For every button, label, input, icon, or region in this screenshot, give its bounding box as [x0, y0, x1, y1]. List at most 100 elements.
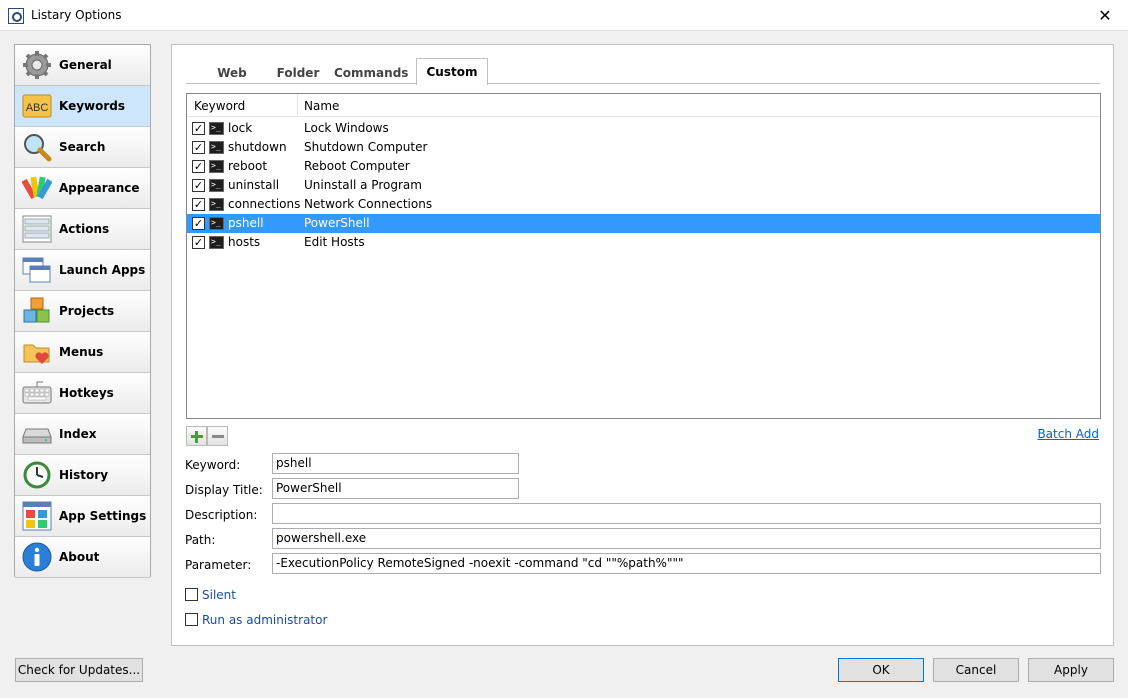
keyword-list[interactable]: Keyword Name ✓ >_ lock Lock Windows ✓ >_… [186, 93, 1101, 419]
close-icon[interactable]: ✕ [1082, 0, 1128, 31]
row-checkbox[interactable]: ✓ [192, 141, 205, 154]
sidebar-item-label: Appearance [59, 181, 140, 195]
sidebar-item-general[interactable]: General [15, 45, 150, 86]
sidebar: General ABC Keywords Search Appearance A… [14, 44, 151, 578]
row-keyword: shutdown [228, 140, 287, 154]
table-row[interactable]: ✓ >_ hosts Edit Hosts [187, 233, 1100, 252]
table-row[interactable]: ✓ >_ connections Network Connections [187, 195, 1100, 214]
sidebar-item-keywords[interactable]: ABC Keywords [15, 86, 150, 127]
tab-strip: Web Folder Commands Custom [186, 58, 1100, 85]
row-name: PowerShell [304, 216, 370, 230]
clock-icon [23, 461, 51, 489]
sidebar-item-label: General [59, 58, 112, 72]
sidebar-item-index[interactable]: Index [15, 414, 150, 455]
sidebar-item-app-settings[interactable]: App Settings [15, 496, 150, 537]
sidebar-item-label: History [59, 468, 109, 482]
batch-add-link[interactable]: Batch Add [1037, 427, 1099, 441]
row-keyword: reboot [228, 159, 268, 173]
folder-heart-icon [23, 344, 50, 364]
sidebar-item-appearance[interactable]: Appearance [15, 168, 150, 209]
tab-custom[interactable]: Custom [416, 58, 488, 85]
parameter-label: Parameter: [185, 558, 252, 572]
sidebar-item-label: App Settings [59, 509, 147, 523]
column-separator[interactable] [297, 94, 298, 117]
keyboard-icon [22, 381, 52, 404]
column-header-name[interactable]: Name [304, 99, 339, 113]
row-keyword: connections [228, 197, 301, 211]
run-as-admin-label[interactable]: Run as administrator [202, 613, 327, 627]
title-bar: Listary Options ✕ [0, 0, 1128, 31]
silent-label[interactable]: Silent [202, 588, 236, 602]
sidebar-item-menus[interactable]: Menus [15, 332, 150, 373]
svg-text:ABC: ABC [26, 102, 49, 114]
row-checkbox[interactable]: ✓ [192, 217, 205, 230]
add-keyword-button[interactable] [186, 426, 207, 446]
table-row[interactable]: ✓ >_ reboot Reboot Computer [187, 157, 1100, 176]
display-title-label: Display Title: [185, 483, 263, 497]
table-row-selected[interactable]: ✓ >_ pshell PowerShell [187, 214, 1100, 233]
command-prompt-icon: >_ [209, 236, 224, 249]
sidebar-item-projects[interactable]: Projects [15, 291, 150, 332]
sidebar-item-about[interactable]: About [15, 537, 150, 578]
sidebar-item-label: Menus [59, 345, 104, 359]
path-field[interactable]: powershell.exe [272, 528, 1101, 549]
sidebar-item-label: Launch Apps [59, 263, 146, 277]
sidebar-item-label: Actions [59, 222, 110, 236]
row-name: Reboot Computer [304, 159, 410, 173]
row-checkbox[interactable]: ✓ [192, 160, 205, 173]
palette-icon [22, 176, 52, 200]
sidebar-item-launch-apps[interactable]: Launch Apps [15, 250, 150, 291]
row-name: Edit Hosts [304, 235, 365, 249]
sidebar-item-search[interactable]: Search [15, 127, 150, 168]
ok-button[interactable]: OK [838, 658, 924, 682]
plus-icon-vertical [195, 431, 198, 443]
description-label: Description: [185, 508, 258, 522]
cancel-button[interactable]: Cancel [933, 658, 1019, 682]
command-prompt-icon: >_ [209, 217, 224, 230]
tab-commands[interactable]: Commands [334, 62, 408, 84]
parameter-field[interactable]: -ExecutionPolicy RemoteSigned -noexit -c… [272, 553, 1101, 574]
sidebar-item-label: Keywords [59, 99, 126, 113]
row-checkbox[interactable]: ✓ [192, 122, 205, 135]
silent-checkbox[interactable] [185, 588, 198, 601]
command-prompt-icon: >_ [209, 122, 224, 135]
sidebar-item-history[interactable]: History [15, 455, 150, 496]
sidebar-item-label: Projects [59, 304, 115, 318]
description-field[interactable] [272, 503, 1101, 524]
list-header: Keyword Name [187, 94, 1100, 117]
sidebar-item-actions[interactable]: Actions [15, 209, 150, 250]
keywords-panel: Web Folder Commands Custom Keyword Name … [171, 44, 1114, 646]
tab-folder[interactable]: Folder [268, 62, 328, 84]
keyword-field[interactable]: pshell [272, 453, 519, 474]
command-prompt-icon: >_ [209, 179, 224, 192]
row-name: Uninstall a Program [304, 178, 422, 192]
sidebar-item-label: Index [59, 427, 97, 441]
sidebar-item-label: About [59, 550, 100, 564]
table-row[interactable]: ✓ >_ lock Lock Windows [187, 119, 1100, 138]
apply-button[interactable]: Apply [1028, 658, 1114, 682]
column-header-keyword[interactable]: Keyword [194, 99, 245, 113]
display-title-field[interactable]: PowerShell [272, 478, 519, 499]
tab-web[interactable]: Web [208, 62, 256, 84]
check-updates-button[interactable]: Check for Updates... [15, 658, 143, 682]
command-prompt-icon: >_ [209, 141, 224, 154]
sidebar-item-hotkeys[interactable]: Hotkeys [15, 373, 150, 414]
app-icon [8, 8, 24, 24]
minus-icon [212, 435, 224, 438]
row-checkbox[interactable]: ✓ [192, 236, 205, 249]
command-prompt-icon: >_ [209, 198, 224, 211]
boxes-icon [23, 297, 50, 323]
remove-keyword-button[interactable] [207, 426, 228, 446]
sidebar-item-label: Search [59, 140, 106, 154]
command-prompt-icon: >_ [209, 160, 224, 173]
table-row[interactable]: ✓ >_ uninstall Uninstall a Program [187, 176, 1100, 195]
row-name: Network Connections [304, 197, 433, 211]
table-row[interactable]: ✓ >_ shutdown Shutdown Computer [187, 138, 1100, 157]
row-name: Lock Windows [304, 121, 389, 135]
run-as-admin-checkbox[interactable] [185, 613, 198, 626]
actions-icon [22, 215, 52, 243]
row-keyword: pshell [228, 216, 264, 230]
windows-icon [22, 257, 51, 283]
row-checkbox[interactable]: ✓ [192, 179, 205, 192]
row-checkbox[interactable]: ✓ [192, 198, 205, 211]
